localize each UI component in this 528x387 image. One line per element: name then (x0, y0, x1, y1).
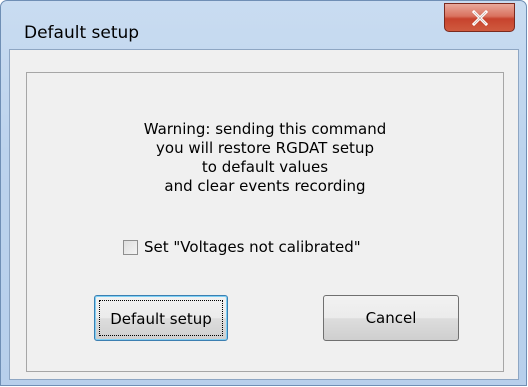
close-icon (471, 10, 489, 26)
warning-message: Warning: sending this command you will r… (10, 120, 520, 196)
default-setup-button[interactable]: Default setup (94, 295, 228, 341)
warning-line: you will restore RGDAT setup (156, 139, 374, 157)
warning-line: and clear events recording (164, 177, 366, 195)
voltages-not-calibrated-checkbox[interactable] (123, 240, 138, 255)
title-bar[interactable]: Default setup (1, 1, 526, 47)
warning-line: Warning: sending this command (143, 120, 387, 138)
warning-line: to default values (201, 158, 329, 176)
default-setup-button-label: Default setup (99, 300, 223, 336)
voltages-not-calibrated-label[interactable]: Set "Voltages not calibrated" (144, 238, 361, 257)
window-title: Default setup (24, 23, 140, 43)
cancel-button[interactable]: Cancel (323, 295, 459, 341)
close-button[interactable] (444, 3, 515, 32)
dialog-client-area: Warning: sending this command you will r… (9, 49, 519, 380)
dialog-window: Default setup Warning: sending this comm… (0, 0, 527, 386)
